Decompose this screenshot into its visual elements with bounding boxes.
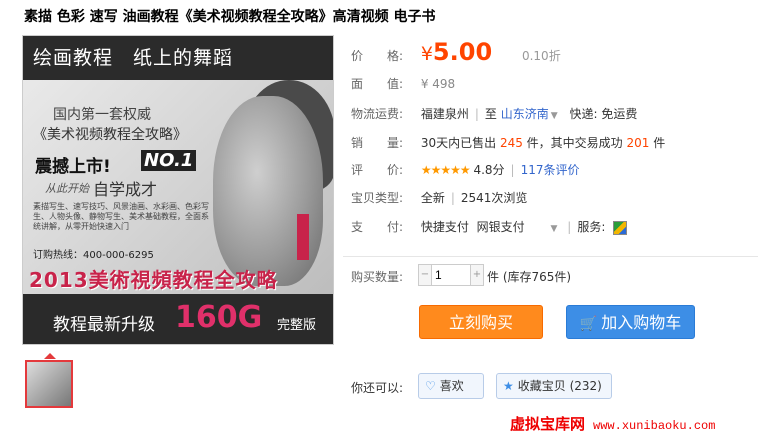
price-row: 价 格: ¥5.00 0.10折 — [351, 38, 561, 66]
add-to-cart-button[interactable]: 🛒 加入购物车 — [566, 305, 695, 339]
shipping-fee: 快递: 免运费 — [569, 107, 638, 121]
shipping-destination[interactable]: 山东济南 — [501, 107, 549, 121]
service-label: 服务: — [577, 220, 606, 234]
heart-icon: ♡ — [425, 379, 436, 393]
watermark-url: www.xunibaoku.com — [593, 419, 716, 433]
image-text-line2: 《美术视频教程全攻略》 — [33, 127, 187, 143]
like-label: 喜欢 — [439, 379, 464, 393]
quantity-stock: 件 (库存765件) — [487, 270, 572, 284]
price-discount: 0.10折 — [521, 49, 561, 63]
type-views: 2541次浏览 — [460, 191, 528, 205]
type-row: 宝贝类型: 全新 | 2541次浏览 — [351, 191, 528, 205]
type-label: 宝贝类型: — [351, 191, 404, 205]
watermark-cn: 虚拟宝库网 — [510, 415, 586, 433]
shipping-from: 福建泉州 — [420, 107, 469, 121]
image-text-desc: 素描写生、速写技巧、风景油画、水彩画、色彩写生、人物头像、静物写生、美术基础教程… — [33, 202, 209, 231]
image-banner-top: 绘画教程 纸上的舞蹈 — [23, 36, 333, 80]
face-value: ¥ 498 — [420, 77, 456, 91]
quantity-decrease-button[interactable]: − — [419, 265, 432, 285]
dropdown-icon[interactable]: ▼ — [551, 111, 558, 121]
thumbnail-1[interactable] — [25, 360, 73, 408]
image-text-no1: NO.1 — [141, 150, 197, 171]
rating-stars-icon: ★★★★★ — [420, 163, 471, 177]
image-text-phone: 订购热线：400-000-6295 — [33, 250, 154, 261]
sales-label: 销 量: — [351, 136, 404, 150]
sales-prefix: 30天内已售出 — [420, 136, 497, 150]
rating-label: 评 价: — [351, 163, 404, 177]
add-to-cart-label: 加入购物车 — [601, 313, 682, 332]
cart-icon: 🛒 — [579, 316, 598, 332]
sales-success: 201 — [626, 136, 650, 150]
shipping-label: 物流运费: — [351, 107, 404, 121]
type-value: 全新 — [420, 191, 445, 205]
rating-row: 评 价: ★★★★★ 4.8分 | 117条评价 — [351, 163, 580, 177]
image-text-line3: 震撼上市! — [35, 157, 111, 177]
thumbnail-pointer — [44, 353, 56, 359]
image-text-line5: 自学成才 — [93, 180, 158, 199]
payment-dropdown-icon[interactable]: ▼ — [551, 224, 558, 234]
favorite-button[interactable]: ★ 收藏宝贝 (232) — [496, 373, 612, 399]
image-bottom-size: 160G — [175, 300, 263, 335]
payment-option-quick[interactable]: 快捷支付 — [421, 220, 469, 234]
image-headline: 2013美術視頻教程全攻略 — [29, 268, 278, 292]
shipping-to-word: 至 — [484, 107, 497, 121]
quantity-stepper[interactable]: − + — [418, 264, 484, 286]
quantity-label: 购买数量: — [351, 270, 404, 284]
face-value-label: 面 值: — [351, 77, 404, 91]
buy-now-button[interactable]: 立刻购买 — [419, 305, 543, 339]
star-icon: ★ — [503, 379, 514, 393]
price-currency: ¥ — [420, 43, 433, 65]
like-button[interactable]: ♡ 喜欢 — [418, 373, 484, 399]
quantity-label-row: 购买数量: — [351, 268, 403, 285]
favorite-label: 收藏宝贝 (232) — [517, 379, 602, 393]
sales-suffix: 件 — [653, 136, 666, 150]
sales-row: 销 量: 30天内已售出 245 件，其中交易成功 201 件 — [351, 134, 665, 151]
image-red-mark — [297, 214, 309, 260]
price-label: 价 格: — [351, 49, 404, 63]
face-value-row: 面 值: ¥ 498 — [351, 75, 455, 92]
sales-sold: 245 — [499, 136, 523, 150]
quantity-input[interactable] — [433, 265, 471, 285]
quantity-increase-button[interactable]: + — [470, 265, 483, 285]
watermark: 虚拟宝库网 www.xunibaoku.com — [510, 413, 715, 434]
product-title: 素描 色彩 速写 油画教程《美术视频教程全攻略》高清视频 电子书 — [24, 9, 436, 25]
extras-label: 你还可以: — [351, 381, 404, 395]
sales-mid: 件，其中交易成功 — [526, 136, 623, 150]
payment-option-bank[interactable]: 网银支付 — [477, 220, 525, 234]
payment-label: 支 付: — [351, 220, 404, 234]
price-value: 5.00 — [432, 38, 493, 66]
rating-reviews-link[interactable]: 117条评价 — [521, 163, 580, 177]
payment-row: 支 付: 快捷支付 网银支付 ▼ | 服务: — [351, 218, 628, 235]
section-divider — [343, 256, 758, 257]
service-icon[interactable] — [613, 220, 628, 235]
image-bottom-right: 完整版 — [277, 318, 317, 333]
image-bottom-left: 教程最新升级 — [53, 315, 155, 335]
rating-score: 4.8分 — [473, 163, 505, 177]
shipping-row: 物流运费: 福建泉州 | 至 山东济南 ▼ 快递: 免运费 — [351, 107, 638, 121]
product-main-image[interactable]: 绘画教程 纸上的舞蹈 国内第一套权威 《美术视频教程全攻略》 震撼上市! NO.… — [22, 35, 334, 345]
image-text-line1: 国内第一套权威 — [53, 107, 151, 123]
image-text-line4: 从此开始 — [45, 182, 89, 195]
